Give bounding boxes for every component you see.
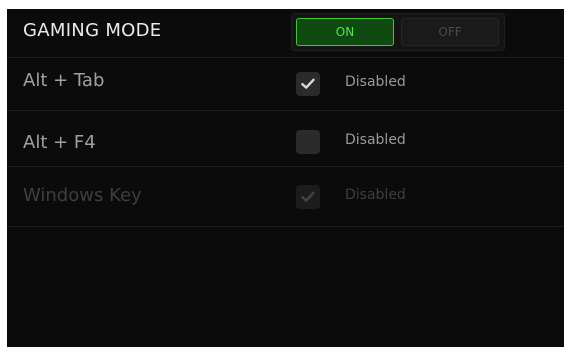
row-alt-tab: Alt + Tab Disabled: [7, 58, 564, 111]
windows-key-checkbox[interactable]: [296, 185, 320, 209]
gaming-mode-toggle: ON OFF: [291, 13, 505, 51]
alt-tab-status: Disabled: [345, 74, 406, 90]
row-windows-key: Windows Key Disabled: [7, 167, 564, 227]
checkmark-icon: [301, 191, 315, 202]
row-label-alt-tab: Alt + Tab: [23, 70, 105, 91]
gaming-mode-panel: GAMING MODE ON OFF Alt + Tab Disabled Al…: [7, 9, 564, 347]
row-alt-f4: Alt + F4 Disabled: [7, 111, 564, 167]
checkmark-icon: [301, 78, 315, 89]
alt-tab-checkbox[interactable]: [296, 72, 320, 96]
alt-f4-checkbox[interactable]: [296, 130, 320, 154]
toggle-on-button[interactable]: ON: [296, 18, 394, 46]
toggle-off-button[interactable]: OFF: [401, 18, 499, 46]
gaming-mode-title: GAMING MODE: [23, 20, 162, 41]
row-label-alt-f4: Alt + F4: [23, 132, 96, 153]
windows-key-status: Disabled: [345, 187, 406, 203]
gaming-mode-header: GAMING MODE ON OFF: [7, 9, 564, 58]
row-label-windows-key: Windows Key: [23, 185, 142, 206]
alt-f4-status: Disabled: [345, 132, 406, 148]
